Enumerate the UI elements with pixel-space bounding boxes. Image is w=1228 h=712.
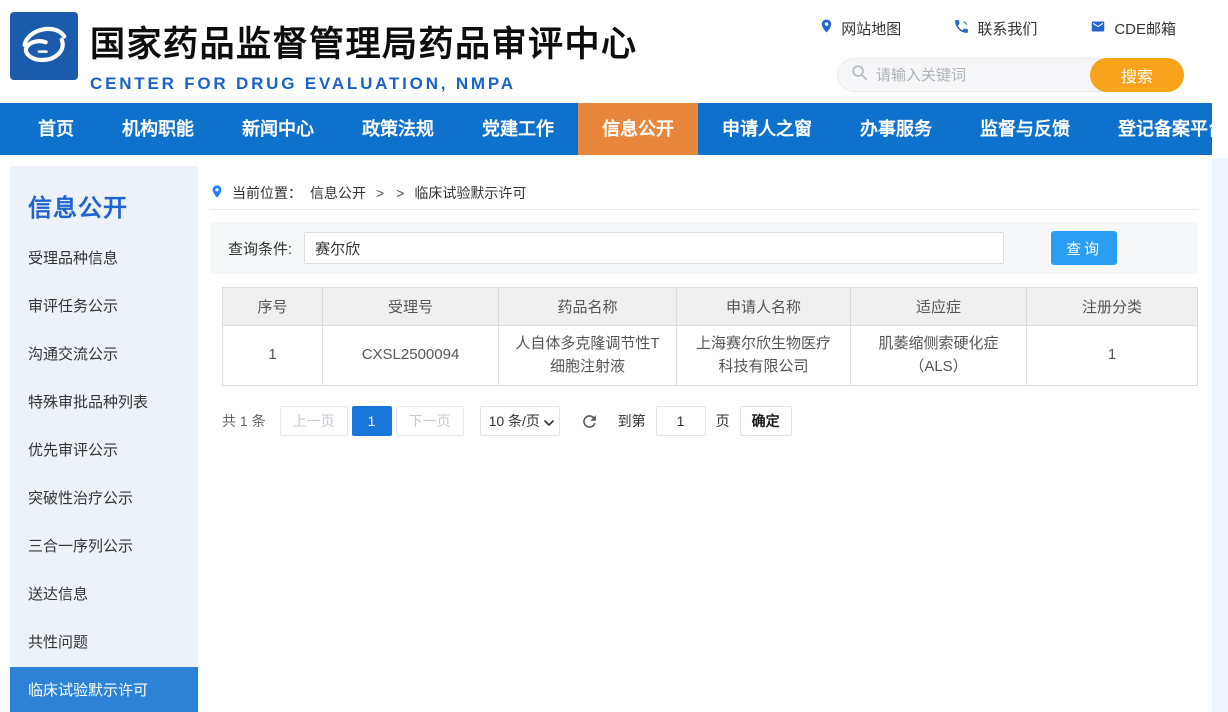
col-header-acceptance-no: 受理号 xyxy=(322,287,499,326)
sidebar-item-accepted-varieties[interactable]: 受理品种信息 xyxy=(10,235,198,283)
scrollbar-rail[interactable] xyxy=(1212,158,1228,712)
col-header-drug-name: 药品名称 xyxy=(498,287,677,326)
col-header-registration-class: 注册分类 xyxy=(1026,287,1198,326)
link-sitemap[interactable]: 网站地图 xyxy=(819,17,901,39)
sidebar-item-priority-review[interactable]: 优先审评公示 xyxy=(10,427,198,475)
breadcrumb-section[interactable]: 信息公开 xyxy=(310,183,366,203)
results-table: 序号 受理号 药品名称 申请人名称 适应症 注册分类 1 CXSL2500094… xyxy=(222,287,1198,386)
sidebar-item-review-tasks[interactable]: 审评任务公示 xyxy=(10,283,198,331)
sidebar-item-clinical-trial-implied-license[interactable]: 临床试验默示许可 xyxy=(10,667,198,712)
site-search-button[interactable]: 搜索 xyxy=(1090,58,1184,92)
sidebar-item-communication[interactable]: 沟通交流公示 xyxy=(10,331,198,379)
link-contact-label: 联系我们 xyxy=(977,20,1038,38)
sidebar-item-breakthrough-therapy[interactable]: 突破性治疗公示 xyxy=(10,475,198,523)
query-panel: 查询条件: 查询 xyxy=(210,222,1198,274)
nav-item-applicant-window[interactable]: 申请人之窗 xyxy=(698,103,836,155)
site-title-cn: 国家药品监督管理局药品审评中心 xyxy=(90,25,638,64)
table-row: 1 CXSL2500094 人自体多克隆调节性T细胞注射液 上海赛尔欣生物医疗科… xyxy=(222,325,1198,386)
col-header-applicant: 申请人名称 xyxy=(676,287,851,326)
pagination: 共 1 条 上一页 1 下一页 10 条/页 到第 页 确定 xyxy=(222,406,1198,436)
page-size-select-wrap: 10 条/页 xyxy=(479,406,560,436)
link-contact[interactable]: 联系我们 xyxy=(953,18,1037,39)
sidebar-item-special-approval[interactable]: 特殊审批品种列表 xyxy=(10,379,198,427)
cell-drug-name: 人自体多克隆调节性T细胞注射液 xyxy=(498,325,677,386)
breadcrumb: 当前位置： 信息公开 > > 临床试验默示许可 xyxy=(210,166,1198,210)
goto-confirm-button[interactable]: 确定 xyxy=(739,406,792,436)
link-cde-mail[interactable]: CDE邮箱 xyxy=(1089,18,1176,39)
cell-indication: 肌萎缩侧索硬化症（ALS） xyxy=(850,325,1027,386)
query-label: 查询条件: xyxy=(228,240,293,258)
nav-item-policies[interactable]: 政策法规 xyxy=(338,103,458,155)
cell-seq: 1 xyxy=(222,325,323,386)
goto-page-unit: 页 xyxy=(715,413,730,429)
mail-icon xyxy=(1089,19,1107,38)
next-page-button[interactable]: 下一页 xyxy=(395,406,464,436)
prev-page-button[interactable]: 上一页 xyxy=(279,406,348,436)
page-size-select[interactable]: 10 条/页 xyxy=(479,406,560,436)
goto-page-input[interactable] xyxy=(655,406,706,436)
query-button[interactable]: 查询 xyxy=(1051,231,1118,265)
sidebar: 信息公开 受理品种信息 审评任务公示 沟通交流公示 特殊审批品种列表 优先审评公… xyxy=(10,166,198,712)
main-nav: 首页 机构职能 新闻中心 政策法规 党建工作 信息公开 申请人之窗 办事服务 监… xyxy=(0,103,1226,155)
breadcrumb-separator: > xyxy=(396,184,405,201)
query-input[interactable] xyxy=(304,232,1005,264)
nav-item-registration-platform[interactable]: 登记备案平台 xyxy=(1094,103,1228,155)
cell-applicant: 上海赛尔欣生物医疗科技有限公司 xyxy=(676,325,851,386)
cell-registration-class: 1 xyxy=(1026,325,1198,386)
cde-logo xyxy=(10,12,78,80)
col-header-seq: 序号 xyxy=(222,287,323,326)
breadcrumb-current: 临床试验默示许可 xyxy=(414,184,527,201)
site-search: 搜索 xyxy=(837,58,1184,92)
nav-item-supervision-feedback[interactable]: 监督与反馈 xyxy=(956,103,1094,155)
cde-logo-swirl-icon xyxy=(17,17,71,76)
nav-item-news[interactable]: 新闻中心 xyxy=(218,103,338,155)
nav-item-info-disclosure[interactable]: 信息公开 xyxy=(578,103,698,155)
refresh-icon[interactable] xyxy=(580,411,600,431)
breadcrumb-separator: > xyxy=(376,184,385,201)
link-sitemap-label: 网站地图 xyxy=(841,20,902,38)
site-titles: 国家药品监督管理局药品审评中心 CENTER FOR DRUG EVALUATI… xyxy=(90,16,638,94)
site-search-input[interactable] xyxy=(876,66,1090,84)
sidebar-item-delivery-info[interactable]: 送达信息 xyxy=(10,571,198,619)
nav-item-functions[interactable]: 机构职能 xyxy=(98,103,218,155)
breadcrumb-label: 当前位置： xyxy=(232,184,302,201)
breadcrumb-pin-icon xyxy=(210,183,224,203)
search-icon xyxy=(851,64,868,86)
pagination-total: 共 1 条 xyxy=(222,413,266,429)
goto-page-label: 到第 xyxy=(617,413,646,429)
link-cde-mail-label: CDE邮箱 xyxy=(1114,20,1176,38)
nav-item-home[interactable]: 首页 xyxy=(14,103,98,155)
sidebar-item-three-in-one[interactable]: 三合一序列公示 xyxy=(10,523,198,571)
main-content: 当前位置： 信息公开 > > 临床试验默示许可 查询条件: 查询 序号 受理号 药… xyxy=(210,166,1198,436)
sidebar-item-common-issues[interactable]: 共性问题 xyxy=(10,619,198,667)
table-header-row: 序号 受理号 药品名称 申请人名称 适应症 注册分类 xyxy=(222,287,1198,326)
nav-item-services[interactable]: 办事服务 xyxy=(836,103,956,155)
page-number-1[interactable]: 1 xyxy=(351,406,392,436)
site-header: 国家药品监督管理局药品审评中心 CENTER FOR DRUG EVALUATI… xyxy=(0,0,1212,103)
sidebar-title: 信息公开 xyxy=(28,195,128,222)
header-utility-links: 网站地图 联系我们 CDE邮箱 xyxy=(819,17,1176,39)
page: 国家药品监督管理局药品审评中心 CENTER FOR DRUG EVALUATI… xyxy=(0,0,1228,712)
col-header-indication: 适应症 xyxy=(850,287,1027,326)
location-pin-icon xyxy=(819,17,834,39)
site-title-en: CENTER FOR DRUG EVALUATION, NMPA xyxy=(90,74,516,93)
phone-icon xyxy=(953,18,970,39)
cell-acceptance-no: CXSL2500094 xyxy=(322,325,499,386)
nav-item-party-building[interactable]: 党建工作 xyxy=(458,103,578,155)
